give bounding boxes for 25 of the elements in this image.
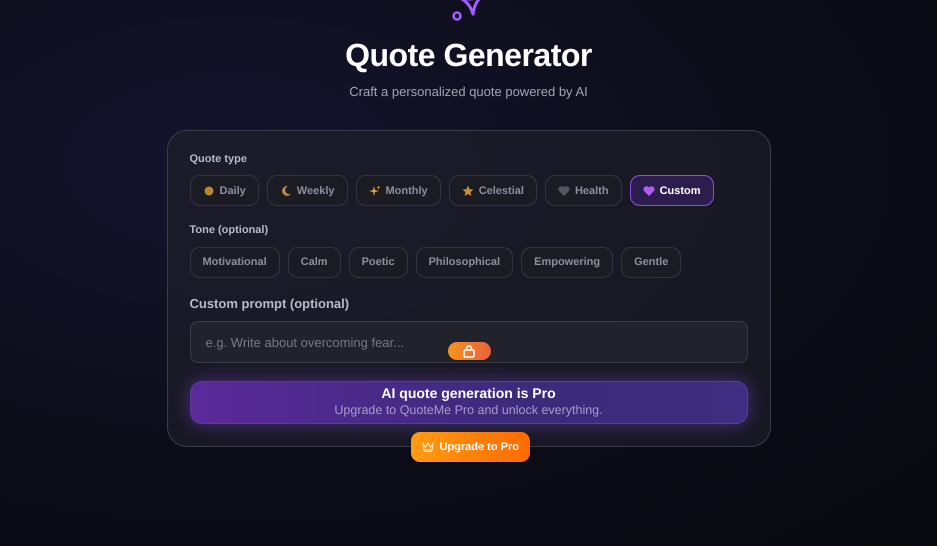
tone-chip[interactable]: Empowering: [521, 246, 614, 278]
page-title: Quote Generator: [345, 36, 592, 74]
heart-icon: [642, 184, 655, 197]
quote-type-chip[interactable]: Celestial: [448, 175, 537, 206]
tone-chip[interactable]: Motivational: [190, 246, 280, 278]
quote-type-chip[interactable]: Weekly: [266, 175, 348, 206]
sparkles-icon: [368, 184, 381, 197]
pro-banner-text: Upgrade to QuoteMe Pro and unlock everything.: [334, 402, 603, 419]
moon-icon: [280, 184, 292, 197]
tone-label: Tone (optional): [190, 223, 270, 238]
tone-chip[interactable]: Poetic: [348, 246, 408, 278]
quote-type-chip[interactable]: Monthly: [356, 175, 441, 206]
page-subtitle: Craft a personalized quote powered by AI: [349, 83, 588, 102]
quote-type-label: Quote type: [190, 152, 248, 167]
star-icon: [462, 184, 474, 197]
quote-type-chip[interactable]: Health: [544, 175, 622, 206]
crown-icon: [422, 442, 434, 453]
tone-chip[interactable]: Calm: [288, 246, 341, 278]
tone-chip[interactable]: Gentle: [621, 246, 682, 278]
quote-type-chip[interactable]: Daily: [190, 175, 259, 206]
pro-banner-title: AI quote generation is Pro: [381, 386, 556, 402]
quote-type-chip[interactable]: Custom: [630, 175, 714, 206]
heart-icon: [558, 184, 570, 197]
tone-chip[interactable]: Philosophical: [416, 246, 514, 278]
custom-prompt-label: Custom prompt (optional): [190, 294, 350, 313]
